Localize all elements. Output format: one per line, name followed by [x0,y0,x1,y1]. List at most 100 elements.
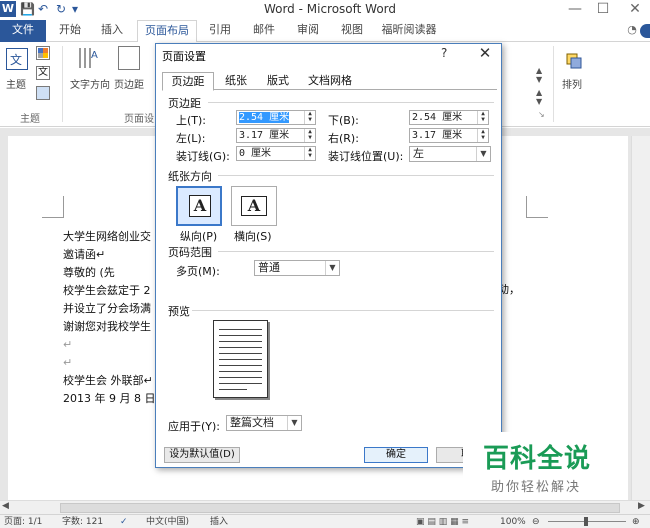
tab-view[interactable]: 视图 [338,20,366,42]
theme-fonts-icon[interactable]: 文 [36,66,50,80]
multiple-pages-value: 普通 [258,261,280,274]
horizontal-scroll-thumb[interactable] [60,503,620,513]
status-words[interactable]: 字数: 121 [62,516,103,528]
margins-section-title: 页边距 [168,97,201,110]
tab-mailings[interactable]: 邮件 [250,20,278,42]
multiple-pages-select[interactable]: 普通 ▼ [254,260,340,276]
minimize-button[interactable]: — [560,0,590,20]
landscape-button[interactable]: A [231,186,277,226]
spin-arrows-icon[interactable]: ▲ ▼ [477,111,488,124]
tab-document-grid[interactable]: 文档网格 [300,72,360,90]
tab-review[interactable]: 审阅 [294,20,322,42]
apply-to-select[interactable]: 整篇文档 ▼ [226,415,302,431]
horizontal-scrollbar[interactable]: ◀ ▶ [0,500,650,514]
left-margin-input[interactable]: 3.17 厘米 ▲ ▼ [236,128,316,143]
gutter-label: 装订线(G): [176,150,230,163]
dialog-help-button[interactable]: ? [441,46,447,60]
status-language[interactable]: 中文(中国) [146,516,189,528]
preview-line [219,371,262,372]
save-icon[interactable]: 💾 [20,0,35,18]
arrange-icon[interactable] [563,50,585,72]
redo-icon[interactable]: ↻ [56,0,66,18]
chevron-down-icon[interactable]: ▼ [325,261,339,275]
ok-button[interactable]: 确定 [364,447,428,463]
top-margin-label: 上(T): [176,114,207,127]
apply-to-label: 应用于(Y): [168,420,221,433]
preview-line [219,359,262,360]
tab-references[interactable]: 引用 [206,20,234,42]
tab-layout[interactable]: 版式 [260,72,296,90]
theme-colors-icon[interactable] [36,46,50,60]
zoom-in-icon[interactable]: ⊕ [632,516,640,528]
ribbon-separator [62,46,63,122]
doc-line: 尊敬的 (先 [63,266,115,279]
themes-icon[interactable]: 文 [6,48,28,70]
close-window-button[interactable]: ✕ [620,0,650,20]
spin-arrows-icon[interactable]: ▲ ▼ [304,129,315,142]
dialog-launcher-icon[interactable]: ↘ [538,110,545,119]
portrait-button[interactable]: A [176,186,222,226]
status-bar: 页面: 1/1 字数: 121 ✓ 中文(中国) 插入 ▣ ▤ ▥ ▦ ≡ 10… [0,514,650,528]
proofing-icon[interactable]: ✓ [120,516,128,528]
spin-arrows-icon[interactable]: ▲ ▼ [536,66,542,84]
text-direction-button[interactable]: 文字方向 [70,76,110,91]
arrange-button[interactable]: 排列 [562,76,582,91]
tab-page-layout[interactable]: 页面布局 [137,20,197,43]
tab-foxit-reader[interactable]: 福昕阅读器 [378,20,440,42]
watermark-subtitle: 助你轻松解决 [491,480,582,495]
chevron-down-icon[interactable]: ▼ [287,416,301,430]
group-page-setup-label: 页面设 [124,114,154,125]
preview-line [219,365,262,366]
scroll-right-icon[interactable]: ▶ [638,501,645,511]
gutter-input[interactable]: 0 厘米 ▲ ▼ [236,146,316,161]
tab-home[interactable]: 开始 [56,20,84,42]
preview-line [219,353,262,354]
right-margin-input[interactable]: 3.17 厘米 ▲ ▼ [409,128,489,143]
theme-effects-icon[interactable] [36,86,50,100]
undo-icon[interactable]: ↶ [38,0,48,18]
dialog-close-button[interactable]: ✕ [474,44,496,62]
spin-arrows-icon[interactable]: ▲ ▼ [477,129,488,142]
qat-customize-icon[interactable]: ▾ [72,0,78,18]
preview-line [219,383,262,384]
doc-line: ↵ [63,356,73,369]
margins-icon[interactable] [118,46,140,70]
tab-paper[interactable]: 纸张 [218,72,254,90]
vertical-scrollbar[interactable] [631,136,650,500]
scroll-left-icon[interactable]: ◀ [2,501,9,511]
top-margin-input[interactable]: 2.54 厘米 ▲ ▼ [236,110,316,125]
ribbon-tabs: 文件 开始 插入 页面布局 引用 邮件 审阅 视图 福昕阅读器 ◔ [0,20,650,43]
text-direction-icon[interactable]: A [76,46,100,70]
status-mode[interactable]: 插入 [210,516,228,528]
zoom-slider-thumb[interactable] [584,517,588,526]
landscape-label: 横向(S) [234,230,272,243]
spin-arrows-icon[interactable]: ▲ ▼ [304,147,315,160]
preview-line [219,341,262,342]
preview-line [219,347,262,348]
maximize-button[interactable]: ☐ [588,0,618,20]
page-setup-dialog: 页面设置 ? ✕ 页边距 纸张 版式 文档网格 页边距 上(T): 2.54 厘… [155,43,502,468]
view-mode-icons[interactable]: ▣ ▤ ▥ ▦ ≡ [416,516,469,528]
portrait-icon: A [189,195,211,217]
spin-arrows-icon[interactable]: ▲ ▼ [536,88,542,106]
pages-section-title: 页码范围 [168,246,212,259]
tab-margins[interactable]: 页边距 [162,72,214,91]
tab-file[interactable]: 文件 [0,20,46,42]
word-app-icon[interactable]: W [0,1,16,17]
zoom-out-icon[interactable]: ⊖ [532,516,540,528]
bottom-margin-input[interactable]: 2.54 厘米 ▲ ▼ [409,110,489,125]
chevron-down-icon[interactable]: ▼ [476,147,490,161]
margins-button[interactable]: 页边距 [114,76,144,91]
ribbon-help-icon[interactable]: ◔ [626,20,638,42]
status-page[interactable]: 页面: 1/1 [4,516,42,528]
svg-text:A: A [91,50,98,61]
tab-insert[interactable]: 插入 [98,20,126,42]
preview-line [219,389,247,390]
gutter-position-select[interactable]: 左 ▼ [409,146,491,162]
set-default-button[interactable]: 设为默认值(D) [164,447,240,463]
spin-arrows-icon[interactable]: ▲ ▼ [304,111,315,124]
right-margin-value: 3.17 厘米 [412,130,463,141]
zoom-level[interactable]: 100% [500,516,526,528]
watermark: 百科全说 助你轻松解决 [463,432,625,500]
user-help-icon[interactable] [640,24,650,38]
